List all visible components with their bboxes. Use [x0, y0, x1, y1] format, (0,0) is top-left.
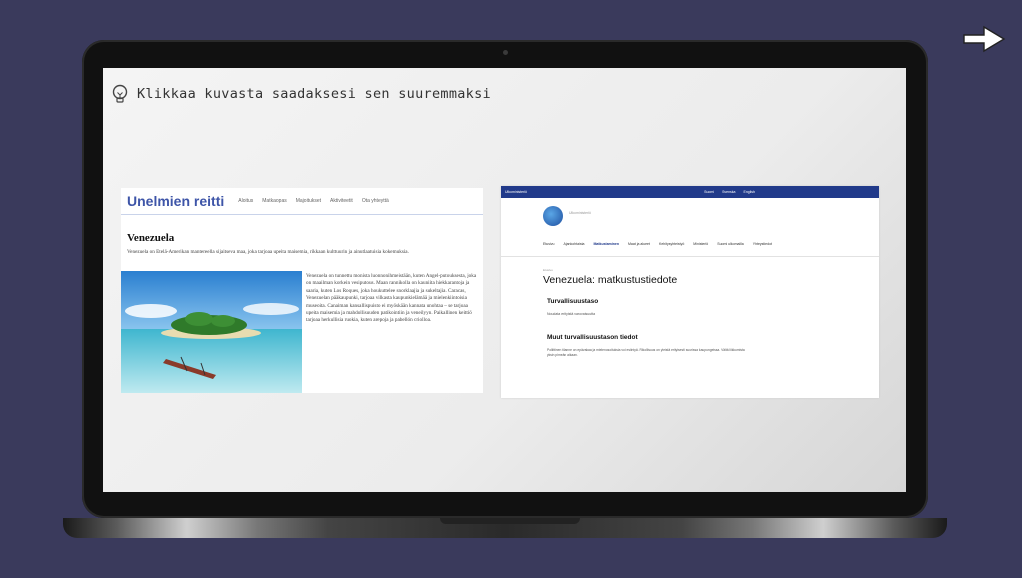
section-text: Poliittinen tilanne on epävakaa ja miele… — [547, 348, 745, 357]
beach-image — [121, 271, 302, 393]
language-links: Suomi Svenska English — [704, 190, 755, 194]
nav-item: Yhteystiedot — [752, 242, 772, 246]
page-title: Venezuela: matkustustiedote — [543, 274, 678, 286]
ministry-logo-text: Ulkoministeriö — [569, 211, 591, 215]
nav-item: Maat ja alueet — [627, 242, 650, 246]
section-heading: Turvallisuustaso — [547, 298, 599, 305]
ministry-topbar: Ulkoministeriö Suomi Svenska English — [501, 186, 879, 198]
nav-item: Ajankohtaista — [563, 242, 585, 246]
section-heading: Muut turvallisuustason tiedot — [547, 334, 638, 341]
arrow-right-icon — [963, 25, 1006, 53]
nav-item: Aktiviteetit — [330, 198, 353, 204]
nav-item-active: Matkustaminen — [593, 242, 619, 246]
nav-item: Aloitus — [238, 198, 254, 204]
site-nav: Aloitus Matkaopas Majoitukset Aktiviteet… — [238, 198, 389, 204]
laptop-notch — [440, 518, 580, 524]
lang-link: English — [743, 190, 755, 194]
hint-text: Klikkaa kuvasta saadaksesi sen suuremmak… — [137, 86, 491, 102]
nav-item: Matkaopas — [262, 198, 287, 204]
nav-item: Majoitukset — [295, 198, 322, 204]
lang-link: Svenska — [722, 190, 736, 194]
lang-link: Suomi — [704, 190, 715, 194]
lightbulb-icon — [112, 84, 128, 103]
ministry-nav: Etusivu Ajankohtaista Matkustaminen Maat… — [543, 242, 772, 246]
nav-item: Kehitysyhteistyö — [658, 242, 685, 246]
nav-item: Ota yhteyttä — [361, 198, 389, 204]
breadcrumb: Etusivu — [543, 268, 553, 272]
article-title: Venezuela — [127, 232, 175, 244]
ministry-site-thumbnail[interactable]: Ulkoministeriö Suomi Svenska English Ulk… — [501, 186, 879, 398]
ministry-name: Ulkoministeriö — [505, 190, 527, 194]
laptop-screen: Klikkaa kuvasta saadaksesi sen suuremmak… — [103, 68, 906, 492]
hint-row: Klikkaa kuvasta saadaksesi sen suuremmak… — [111, 84, 491, 104]
site-logo: Unelmien reitti — [127, 193, 225, 209]
nav-item: Etusivu — [543, 242, 555, 246]
site-header: Unelmien reitti Aloitus Matkaopas Majoit… — [121, 188, 483, 215]
nav-item: Ministeriö — [693, 242, 709, 246]
section-text: Noudata erityistä varovaisuutta — [547, 312, 596, 316]
travel-site-thumbnail[interactable]: Unelmien reitti Aloitus Matkaopas Majoit… — [121, 188, 483, 393]
article-body: Venezuela on tunnettu monista luonnonihm… — [306, 273, 477, 324]
ministry-logo — [543, 206, 563, 226]
nav-item: Suomi ulkomailla — [717, 242, 744, 246]
divider — [501, 256, 879, 257]
next-arrow-button[interactable] — [962, 24, 1006, 54]
webcam — [503, 50, 508, 55]
article-intro: Venezuela on Etelä-Amerikan mantereella … — [127, 249, 409, 255]
